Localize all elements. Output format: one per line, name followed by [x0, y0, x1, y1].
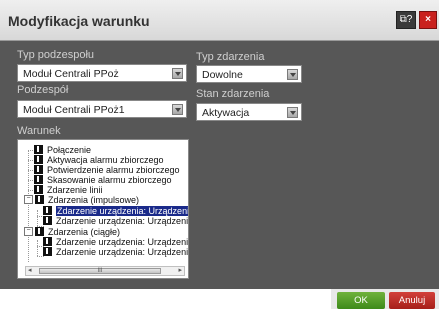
collapse-toggle[interactable]: − [24, 227, 33, 236]
tree-item-label: Zdarzenia (ciągłe) [48, 227, 121, 237]
tree-item-label: Zdarzenie urządzenia: Urządzenie per [56, 206, 188, 216]
podzespol-value: Moduł Centrali PPoż1 [23, 104, 125, 116]
tree-item[interactable]: Połączenie [34, 145, 91, 155]
tree-item-label: Zdarzenie urządzenia: Urządzenie per [56, 237, 189, 247]
tree-item[interactable]: Skasowanie alarmu zbiorczego [34, 175, 172, 185]
close-button[interactable]: × [419, 11, 437, 29]
tree-item[interactable]: Zdarzenie urządzenia: Urządzenie per [43, 247, 189, 257]
ok-button[interactable]: OK [337, 292, 385, 309]
podzespol-select[interactable]: Moduł Centrali PPoż1 [17, 100, 187, 118]
typ-podzespolu-value: Moduł Centrali PPoż [23, 68, 119, 80]
device-icon [34, 175, 43, 184]
tree-item[interactable]: Aktywacja alarmu zbiorczego [34, 155, 164, 165]
device-icon [43, 247, 52, 256]
tree-item-label: Potwierdzenie alarmu zbiorczego [47, 165, 180, 175]
help-button[interactable]: ⧉? [396, 11, 416, 29]
scroll-left-icon[interactable]: ◂ [28, 267, 32, 275]
device-icon [35, 227, 44, 236]
device-icon [43, 206, 52, 215]
tree-item[interactable]: Zdarzenie urządzenia: Urządzenie per [43, 216, 189, 226]
tree-item-label: Zdarzenie linii [47, 185, 103, 195]
chevron-down-icon[interactable] [172, 104, 183, 115]
tree-item-label: Zdarzenie urządzenia: Urządzenie per [56, 216, 189, 226]
stan-zdarzenia-value: Aktywacja [202, 107, 250, 119]
tree-item-label: Połączenie [47, 145, 92, 155]
dialog: Modyfikacja warunku ⧉? × Typ podzespołu … [0, 0, 439, 289]
device-icon [35, 195, 44, 204]
label-stan-zdarzenia: Stan zdarzenia [196, 88, 270, 100]
dialog-title: Modyfikacja warunku [8, 13, 150, 29]
device-icon [43, 216, 52, 225]
tree-group-impulsowe[interactable]: − Zdarzenia (impulsowe) [24, 195, 139, 205]
tree-item-label: Skasowanie alarmu zbiorczego [47, 175, 172, 185]
device-icon [43, 237, 52, 246]
device-icon [34, 185, 43, 194]
label-podzespol: Podzespół [17, 84, 69, 96]
chevron-down-icon[interactable] [287, 69, 298, 80]
label-typ-zdarzenia: Typ zdarzenia [196, 51, 265, 63]
tree-item[interactable]: Zdarzenie linii [34, 185, 103, 195]
device-icon [34, 155, 43, 164]
label-warunek: Warunek [17, 125, 61, 137]
label-typ-podzespolu: Typ podzespołu [17, 49, 95, 61]
tree-group-ciagle[interactable]: − Zdarzenia (ciągłe) [24, 227, 120, 237]
chevron-down-icon[interactable] [172, 68, 183, 79]
device-icon [34, 165, 43, 174]
tree-item-label: Zdarzenia (impulsowe) [48, 195, 140, 205]
chevron-down-icon[interactable] [287, 107, 298, 118]
typ-zdarzenia-value: Dowolne [202, 69, 243, 81]
scroll-thumb[interactable]: III [39, 268, 161, 274]
typ-zdarzenia-select[interactable]: Dowolne [196, 65, 302, 83]
tree-item-selected[interactable]: Zdarzenie urządzenia: Urządzenie per [43, 206, 188, 216]
horizontal-scrollbar[interactable]: ◂ III ▸ [25, 266, 185, 276]
tree-item[interactable]: Zdarzenie urządzenia: Urządzenie per [43, 237, 189, 247]
title-bar: Modyfikacja warunku ⧉? × [0, 0, 439, 41]
tree-item[interactable]: Potwierdzenie alarmu zbiorczego [34, 165, 180, 175]
collapse-toggle[interactable]: − [24, 195, 33, 204]
typ-podzespolu-select[interactable]: Moduł Centrali PPoż [17, 64, 187, 82]
tree-item-label: Zdarzenie urządzenia: Urządzenie per [56, 247, 189, 257]
condition-tree[interactable]: Połączenie Aktywacja alarmu zbiorczego P… [17, 139, 189, 279]
tree-item-label: Aktywacja alarmu zbiorczego [47, 155, 164, 165]
stan-zdarzenia-select[interactable]: Aktywacja [196, 103, 302, 121]
cancel-button[interactable]: Anuluj [389, 292, 435, 309]
scroll-right-icon[interactable]: ▸ [178, 267, 182, 275]
device-icon [34, 145, 43, 154]
